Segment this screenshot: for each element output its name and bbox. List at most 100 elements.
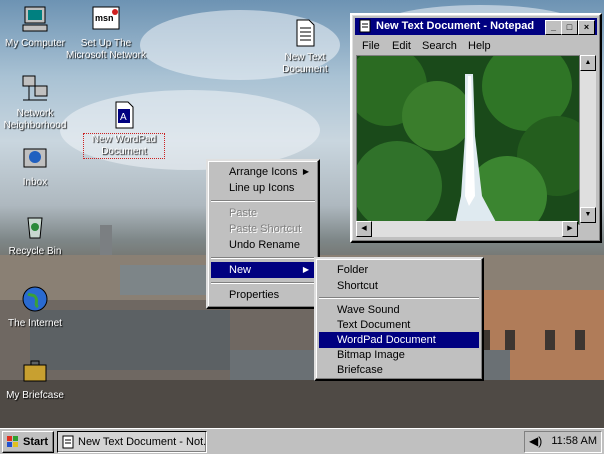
window	[575, 330, 585, 350]
submenu-item-briefcase[interactable]: Briefcase	[319, 362, 479, 378]
desktop-icon-recycle-bin[interactable]: Recycle Bin	[0, 212, 75, 262]
desktop-context-menu: Arrange Icons ▶ Line up Icons Paste Paste…	[206, 159, 320, 309]
start-button[interactable]: Start	[2, 431, 54, 453]
menu-item-label: Arrange Icons	[229, 166, 298, 178]
network-icon	[22, 75, 48, 101]
submenu-item-bitmap-image[interactable]: Bitmap Image	[319, 347, 479, 363]
wordpad-document-icon: A	[115, 101, 134, 129]
desktop-icon-inbox[interactable]: Inbox	[0, 143, 75, 193]
menu-item-paste: Paste	[211, 205, 315, 221]
notepad-content[interactable]	[356, 55, 580, 225]
notepad-window[interactable]: New Text Document - Notepad _ □ × File E…	[350, 13, 602, 243]
menu-separator	[211, 282, 315, 284]
waterfall-image	[357, 56, 579, 224]
close-button[interactable]: ×	[578, 20, 595, 35]
submenu-arrow-icon: ▶	[302, 167, 309, 176]
icon-label: The Internet	[8, 318, 62, 329]
desktop-icon-network-neighborhood[interactable]: Network Neighborhood	[0, 74, 75, 134]
icon-label: New Text Document	[282, 52, 328, 75]
menu-separator	[319, 297, 479, 299]
notepad-icon	[62, 435, 74, 449]
menu-item-label: Folder	[337, 264, 369, 276]
desktop-icon-new-wordpad-document[interactable]: A New WordPad Document	[83, 100, 165, 160]
start-label: Start	[23, 436, 49, 448]
icon-label: New WordPad Document	[83, 133, 165, 159]
menu-item-arrange-icons[interactable]: Arrange Icons ▶	[211, 164, 315, 180]
taskbar-button-notepad[interactable]: New Text Document - Not...	[57, 431, 207, 453]
menu-separator	[211, 200, 315, 202]
submenu-item-wave-sound[interactable]: Wave Sound	[319, 302, 479, 318]
recycle-bin-icon	[27, 217, 43, 239]
menu-item-label: Briefcase	[337, 364, 383, 376]
menu-item-undo-rename[interactable]: Undo Rename	[211, 237, 315, 253]
briefcase-icon	[23, 360, 47, 382]
menu-edit[interactable]: Edit	[392, 40, 411, 52]
windows-logo-icon	[7, 436, 18, 447]
new-submenu: Folder Shortcut Wave Sound Text Document…	[314, 257, 484, 381]
menu-item-label: Line up Icons	[229, 182, 295, 194]
submenu-item-folder[interactable]: Folder	[319, 262, 479, 278]
menu-item-line-up-icons[interactable]: Line up Icons	[211, 180, 315, 196]
menu-item-new[interactable]: New ▶	[211, 262, 315, 278]
menu-item-properties[interactable]: Properties	[211, 287, 315, 303]
clock[interactable]: 11:58 AM	[551, 435, 597, 447]
menu-separator	[211, 257, 315, 259]
icon-label: Recycle Bin	[8, 246, 62, 257]
desktop-icon-my-computer[interactable]: My Computer	[0, 4, 75, 54]
notepad-icon	[359, 19, 371, 33]
msn-icon: msn	[92, 6, 120, 30]
vertical-scrollbar[interactable]: ▲ ▼	[580, 55, 596, 223]
text-document-icon	[296, 19, 315, 47]
menu-item-label: Properties	[229, 289, 280, 301]
submenu-item-shortcut[interactable]: Shortcut	[319, 278, 479, 294]
svg-text:A: A	[120, 112, 127, 123]
icon-label: My Computer	[4, 38, 65, 49]
window	[505, 330, 515, 350]
menu-item-label: New	[229, 264, 252, 276]
notepad-menubar: File Edit Search Help	[356, 37, 596, 55]
icon-label: Inbox	[22, 177, 48, 188]
menu-item-label: Paste Shortcut	[229, 223, 302, 235]
maximize-button[interactable]: □	[561, 20, 578, 35]
minimize-button[interactable]: _	[545, 20, 562, 35]
menu-item-label: Text Document	[337, 319, 411, 331]
menu-search[interactable]: Search	[422, 40, 457, 52]
submenu-item-text-document[interactable]: Text Document	[319, 317, 479, 333]
icon-label: Set Up The Microsoft Network	[66, 38, 147, 61]
window	[545, 330, 555, 350]
menu-item-label: Shortcut	[337, 280, 378, 292]
foreground	[0, 380, 604, 428]
menu-item-label: Paste	[229, 207, 258, 219]
menu-item-label: Wave Sound	[337, 304, 400, 316]
system-tray: ◀) 11:58 AM	[524, 431, 602, 453]
volume-speaker-icon[interactable]: ◀)	[529, 434, 542, 448]
icon-label: Network Neighborhood	[3, 108, 67, 131]
scroll-up-arrow-icon[interactable]: ▲	[580, 55, 596, 71]
submenu-item-wordpad-document[interactable]: WordPad Document	[319, 332, 479, 348]
menu-item-label: WordPad Document	[337, 334, 436, 346]
scroll-right-arrow-icon[interactable]: ▶	[562, 221, 578, 237]
scroll-down-arrow-icon[interactable]: ▼	[580, 207, 596, 223]
notepad-title-bar[interactable]: New Text Document - Notepad _ □ ×	[355, 18, 597, 35]
menu-item-label: Undo Rename	[229, 239, 300, 251]
notepad-title: New Text Document - Notepad	[376, 20, 535, 32]
taskbar: Start New Text Document - Not... ◀) 11:5…	[0, 428, 604, 454]
desktop-icon-my-briefcase[interactable]: My Briefcase	[0, 356, 75, 406]
horizontal-scrollbar[interactable]: ◀ ▶	[356, 221, 578, 237]
computer-icon	[22, 6, 48, 32]
menu-item-paste-shortcut: Paste Shortcut	[211, 221, 315, 237]
menu-item-label: Bitmap Image	[337, 349, 405, 361]
svg-text:msn: msn	[95, 13, 114, 23]
globe-icon	[22, 286, 48, 312]
menu-file[interactable]: File	[362, 40, 380, 52]
icon-label: My Briefcase	[6, 390, 64, 401]
menu-help[interactable]: Help	[468, 40, 491, 52]
desktop-icon-new-text-document[interactable]: New Text Document	[265, 18, 345, 78]
inbox-icon	[23, 148, 47, 168]
desktop-icon-msn[interactable]: msn Set Up The Microsoft Network	[66, 4, 146, 74]
taskbar-button-label: New Text Document - Not...	[78, 436, 207, 448]
scroll-left-arrow-icon[interactable]: ◀	[356, 221, 372, 237]
desktop-icon-the-internet[interactable]: The Internet	[0, 284, 75, 334]
desktop[interactable]: My Computer msn Set Up The Microsoft Net…	[0, 0, 604, 428]
submenu-arrow-icon: ▶	[302, 265, 309, 274]
